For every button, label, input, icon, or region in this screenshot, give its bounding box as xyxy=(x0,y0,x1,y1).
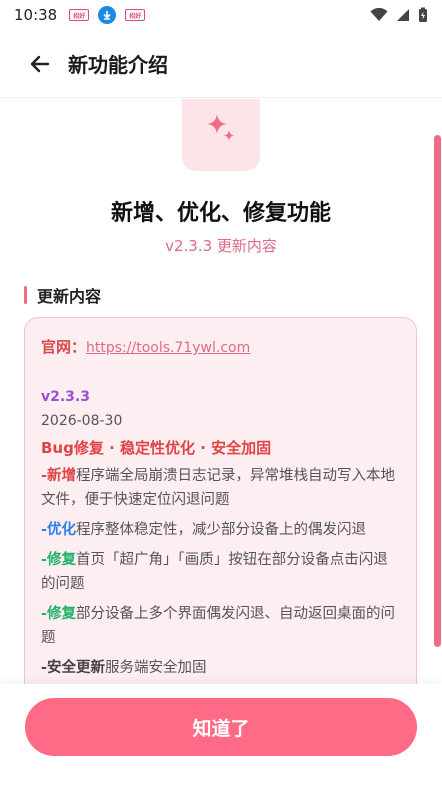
official-site-link[interactable]: https://tools.71ywl.com xyxy=(86,340,250,356)
status-time: 10:38 xyxy=(14,6,58,24)
headline: 新增、优化、修复功能 xyxy=(110,201,331,226)
changelog-entry: -修复首页「超广角」「画质」按钮在部分设备点击闪退的问题 xyxy=(41,552,388,592)
official-label: 官网： xyxy=(41,338,87,356)
scrollbar-thumb[interactable] xyxy=(434,135,441,647)
changelog-entry: -新增程序端全局崩溃日志记录，异常堆栈自动写入本地文件，便于快速定位闪退问题 xyxy=(41,468,396,508)
battery-icon xyxy=(419,7,427,22)
hero-icon-box xyxy=(182,99,260,171)
scroll-content[interactable]: 新增、优化、修复功能 v2.3.3 更新内容 更新内容 官网：https://t… xyxy=(0,99,442,684)
changelog-entry: -安全更新服务端安全加固 xyxy=(41,660,207,676)
status-bar: 10:38 招好 招好 xyxy=(0,0,442,30)
section-header: 更新内容 xyxy=(24,283,101,307)
section-title: 更新内容 xyxy=(37,287,102,306)
release-summary: Bug修复 · 稳定性优化 · 安全加固 xyxy=(41,439,272,457)
bottom-bar: 知道了 xyxy=(0,684,442,786)
arrow-left-icon xyxy=(30,55,50,72)
page-title: 新功能介绍 xyxy=(68,53,168,77)
app-badge-icon: 招好 xyxy=(69,8,90,22)
wifi-icon xyxy=(370,8,388,21)
changelog-card: 官网：https://tools.71ywl.com v2.3.3 2026-0… xyxy=(24,317,417,684)
section-accent-bar xyxy=(24,286,27,304)
app-bar: 新功能介绍 xyxy=(0,30,442,98)
signal-icon xyxy=(397,9,409,21)
sparkle-icon xyxy=(207,114,234,141)
confirm-button[interactable]: 知道了 xyxy=(25,698,417,756)
download-icon xyxy=(97,6,117,24)
release-version: v2.3.3 xyxy=(41,389,90,405)
app-badge-icon: 招好 xyxy=(125,8,146,22)
release-date: 2026-08-30 xyxy=(41,413,123,429)
version-subtitle: v2.3.3 更新内容 xyxy=(165,237,277,255)
changelog-entry: -优化程序整体稳定性，减少部分设备上的偶发闪退 xyxy=(41,522,367,538)
changelog-entry: -修复部分设备上多个界面偶发闪退、自动返回桌面的问题 xyxy=(41,606,396,646)
back-button[interactable] xyxy=(12,36,68,92)
official-site-row: 官网：https://tools.71ywl.com xyxy=(41,336,400,357)
